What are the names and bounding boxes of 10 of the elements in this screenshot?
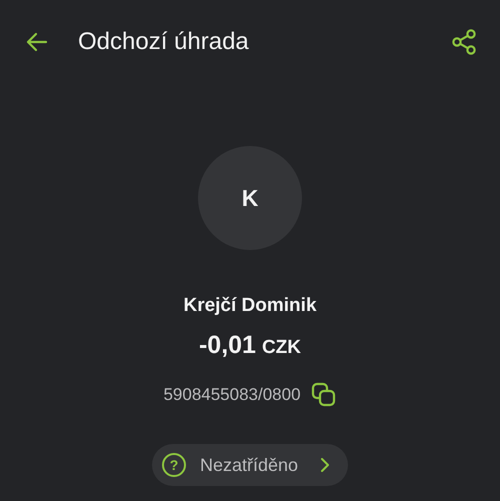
category-chip[interactable]: ? Nezatříděno <box>152 444 348 486</box>
copy-icon[interactable] <box>310 382 337 408</box>
currency-code: CZK <box>262 337 302 359</box>
amount-value: -0,01 <box>198 331 256 360</box>
avatar: K <box>198 146 302 250</box>
account-number: 5908455083/0800 <box>163 385 301 405</box>
screen-title: Odchozí úhrada <box>78 28 250 56</box>
share-icon[interactable] <box>450 28 478 56</box>
counterparty-name: Krejčí Dominik <box>183 295 317 317</box>
help-icon: ? <box>162 453 186 477</box>
